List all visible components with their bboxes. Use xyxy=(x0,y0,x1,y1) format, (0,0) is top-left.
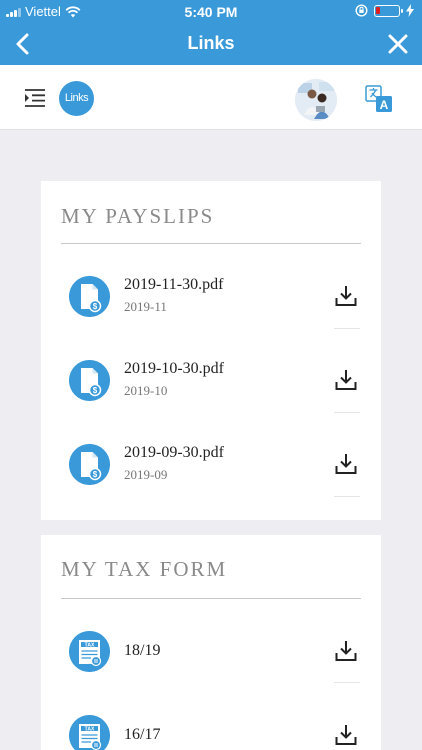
tax-form-icon-label: TAX xyxy=(85,726,95,732)
svg-text:$: $ xyxy=(93,470,98,479)
tax-form-row[interactable]: TAX 18/19 xyxy=(41,610,381,694)
payslip-period: 2019-11 xyxy=(124,299,167,314)
avatar-image xyxy=(295,79,337,121)
payslip-file-icon: $ xyxy=(69,360,110,401)
avatar[interactable] xyxy=(295,79,337,121)
indent-menu-icon[interactable] xyxy=(24,88,46,108)
page-title: Links xyxy=(187,33,235,53)
download-icon[interactable] xyxy=(334,639,358,663)
status-bar: Viettel 5:40 PM xyxy=(0,0,422,24)
status-right xyxy=(355,4,414,17)
translate-icon[interactable]: A xyxy=(365,85,393,113)
payslip-file-icon: $ xyxy=(69,444,110,485)
tax-form-name: 18/19 xyxy=(124,642,161,659)
charging-bolt-icon xyxy=(406,4,414,17)
links-logo: Links xyxy=(59,81,94,116)
tax-form-title: MY TAX FORM xyxy=(61,557,228,581)
tax-form-icon-label: TAX xyxy=(85,642,95,648)
payslip-row[interactable]: $ 2019-10-30.pdf 2019-10 xyxy=(41,340,381,424)
download-icon[interactable] xyxy=(334,452,358,476)
orientation-lock-icon xyxy=(355,4,368,17)
payslip-row[interactable]: $ 2019-09-30.pdf 2019-09 xyxy=(41,424,381,508)
payslip-file-icon: $ xyxy=(69,276,110,317)
payslip-filename: 2019-10-30.pdf xyxy=(124,360,224,377)
battery-icon xyxy=(374,4,403,17)
svg-text:A: A xyxy=(380,98,389,112)
download-icon[interactable] xyxy=(334,723,358,747)
payslip-period: 2019-10 xyxy=(124,383,168,398)
payslip-period: 2019-09 xyxy=(124,467,168,482)
payslip-row[interactable]: $ 2019-11-30.pdf 2019-11 xyxy=(41,256,381,340)
nav-bar: Links xyxy=(0,24,422,65)
tax-form-icon: TAX xyxy=(69,715,110,750)
tax-form-row[interactable]: TAX 16/17 xyxy=(41,694,381,750)
row-separator xyxy=(334,496,360,497)
svg-text:$: $ xyxy=(93,386,98,395)
payslips-title: MY PAYSLIPS xyxy=(61,204,215,228)
payslip-filename: 2019-09-30.pdf xyxy=(124,444,224,461)
tax-form-name: 16/17 xyxy=(124,726,161,743)
download-icon[interactable] xyxy=(334,284,358,308)
row-separator xyxy=(334,412,360,413)
tax-form-icon: TAX xyxy=(69,631,110,672)
payslips-divider xyxy=(61,243,361,244)
svg-text:$: $ xyxy=(93,302,98,311)
row-separator xyxy=(334,328,360,329)
payslips-card: MY PAYSLIPS $ 2019-11-30.pdf 2019-11 $ 2… xyxy=(41,181,381,520)
row-separator xyxy=(334,682,360,683)
payslip-filename: 2019-11-30.pdf xyxy=(124,276,224,293)
close-icon[interactable] xyxy=(386,32,410,56)
tax-form-card: MY TAX FORM TAX 18/19 TAX 16/17 xyxy=(41,535,381,750)
download-icon[interactable] xyxy=(334,368,358,392)
tax-form-divider xyxy=(61,598,361,599)
